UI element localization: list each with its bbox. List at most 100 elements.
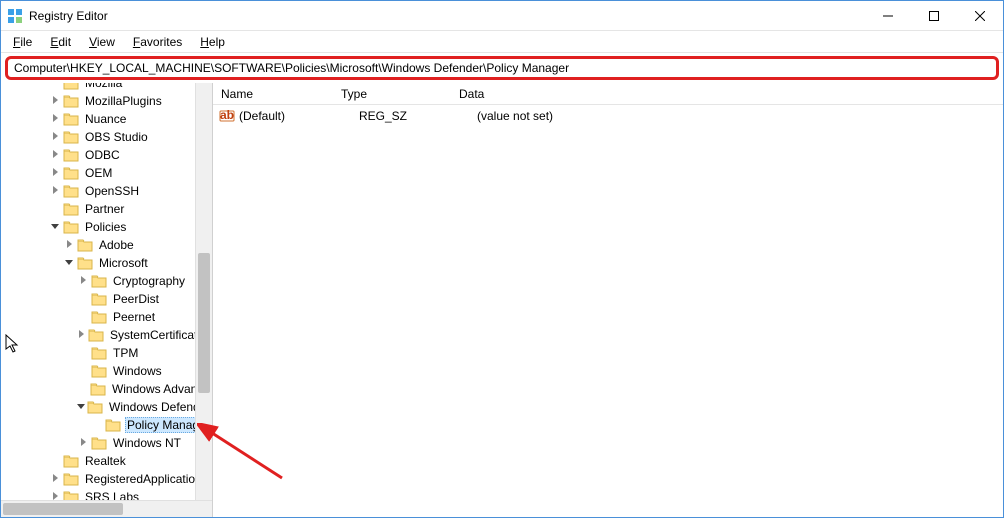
tree-item[interactable]: OBS Studio [1, 128, 212, 146]
tree-item-label: RegisteredApplications [83, 471, 210, 487]
chevron-down-icon[interactable] [77, 402, 85, 413]
close-button[interactable] [957, 1, 1003, 30]
chevron-right-icon[interactable] [49, 114, 61, 125]
tree-item[interactable]: OpenSSH [1, 182, 212, 200]
chevron-right-icon[interactable] [49, 168, 61, 179]
tree-item-label: OBS Studio [83, 129, 150, 145]
tree-item-label: OpenSSH [83, 183, 141, 199]
window-controls [865, 1, 1003, 30]
tree-item[interactable]: Cryptography [1, 272, 212, 290]
tree-item-label: ODBC [83, 147, 122, 163]
tree-item-label: Adobe [97, 237, 136, 253]
tree-item-label: Windows NT [111, 435, 183, 451]
folder-icon [90, 382, 106, 396]
folder-icon [63, 490, 79, 500]
value-type: REG_SZ [359, 109, 477, 123]
tree-view[interactable]: MozillaMozillaPluginsNuance OBS Studio ODB… [1, 83, 212, 500]
tree-item[interactable]: Windows Defender [1, 398, 212, 416]
value-name: (Default) [239, 109, 359, 123]
folder-icon [63, 130, 79, 144]
menu-edit[interactable]: Edit [42, 33, 79, 51]
address-bar[interactable]: Computer\HKEY_LOCAL_MACHINE\SOFTWARE\Pol… [5, 56, 999, 80]
folder-icon [88, 328, 104, 342]
folder-icon [91, 364, 107, 378]
folder-icon [63, 166, 79, 180]
folder-icon [105, 418, 121, 432]
registry-editor-window: Registry Editor File Edit View Favorites… [0, 0, 1004, 518]
tree-pane: MozillaMozillaPluginsNuance OBS Studio ODB… [1, 83, 213, 517]
maximize-button[interactable] [911, 1, 957, 30]
tree-item-label: OEM [83, 165, 114, 181]
menu-view[interactable]: View [81, 33, 123, 51]
chevron-right-icon[interactable] [77, 330, 86, 341]
tree-item-label: Cryptography [111, 273, 187, 289]
tree-item[interactable]: Policies [1, 218, 212, 236]
tree-item[interactable]: Partner [1, 200, 212, 218]
folder-icon [63, 112, 79, 126]
menu-help[interactable]: Help [192, 33, 233, 51]
folder-icon [91, 346, 107, 360]
chevron-right-icon[interactable] [49, 492, 61, 501]
chevron-right-icon[interactable] [49, 474, 61, 485]
tree-item[interactable]: Peernet [1, 308, 212, 326]
chevron-right-icon[interactable] [49, 186, 61, 197]
menu-file[interactable]: File [5, 33, 40, 51]
tree-item[interactable]: Mozilla [1, 83, 212, 92]
folder-icon [63, 184, 79, 198]
chevron-right-icon[interactable] [77, 276, 89, 287]
tree-item[interactable]: Windows [1, 362, 212, 380]
value-row[interactable]: ab (Default) REG_SZ (value not set) [219, 107, 1003, 125]
tree-item-label: SRS Labs [83, 489, 141, 500]
tree-horizontal-scrollbar[interactable] [1, 500, 212, 517]
menu-favorites[interactable]: Favorites [125, 33, 190, 51]
tree-item[interactable]: OEM [1, 164, 212, 182]
folder-icon [77, 256, 93, 270]
tree-item-label: PeerDist [111, 291, 161, 307]
tree-item[interactable]: ODBC [1, 146, 212, 164]
folder-icon [63, 94, 79, 108]
column-header-type[interactable]: Type [341, 87, 459, 101]
tree-item[interactable]: RegisteredApplications [1, 470, 212, 488]
chevron-right-icon[interactable] [49, 150, 61, 161]
folder-icon [63, 472, 79, 486]
tree-item-label: Nuance [83, 111, 128, 127]
chevron-right-icon[interactable] [63, 240, 75, 251]
tree-item[interactable]: PeerDist [1, 290, 212, 308]
tree-item-label: Partner [83, 201, 126, 217]
tree-item[interactable]: TPM [1, 344, 212, 362]
tree-item[interactable]: Windows NT [1, 434, 212, 452]
chevron-right-icon[interactable] [49, 96, 61, 107]
folder-icon [63, 148, 79, 162]
chevron-down-icon[interactable] [63, 258, 75, 269]
tree-item[interactable]: Policy Manager [1, 416, 212, 434]
tree-item[interactable]: MozillaPlugins [1, 92, 212, 110]
tree-item-label: Windows [111, 363, 164, 379]
folder-icon [91, 436, 107, 450]
tree-item[interactable]: SRS Labs [1, 488, 212, 500]
minimize-button[interactable] [865, 1, 911, 30]
chevron-down-icon[interactable] [49, 222, 61, 233]
scrollbar-thumb[interactable] [198, 253, 210, 393]
folder-icon [63, 202, 79, 216]
tree-item[interactable]: SystemCertificates [1, 326, 212, 344]
chevron-right-icon[interactable] [77, 438, 89, 449]
tree-item-label: Microsoft [97, 255, 150, 271]
tree-item-label: Mozilla [83, 83, 124, 91]
chevron-right-icon[interactable] [49, 132, 61, 143]
tree-item[interactable]: Windows Advance [1, 380, 212, 398]
tree-item[interactable]: Microsoft [1, 254, 212, 272]
column-header-name[interactable]: Name [221, 87, 341, 101]
tree-item[interactable]: Realtek [1, 452, 212, 470]
tree-item[interactable]: Adobe [1, 236, 212, 254]
column-header-data[interactable]: Data [459, 87, 1003, 101]
folder-icon [63, 83, 79, 90]
values-header[interactable]: Name Type Data [213, 83, 1003, 105]
folder-icon [87, 400, 103, 414]
scrollbar-thumb[interactable] [3, 503, 123, 515]
address-path: Computer\HKEY_LOCAL_MACHINE\SOFTWARE\Pol… [14, 61, 569, 75]
tree-vertical-scrollbar[interactable] [195, 83, 212, 500]
folder-icon [77, 238, 93, 252]
values-list[interactable]: ab (Default) REG_SZ (value not set) [213, 105, 1003, 517]
titlebar: Registry Editor [1, 1, 1003, 31]
tree-item[interactable]: Nuance [1, 110, 212, 128]
